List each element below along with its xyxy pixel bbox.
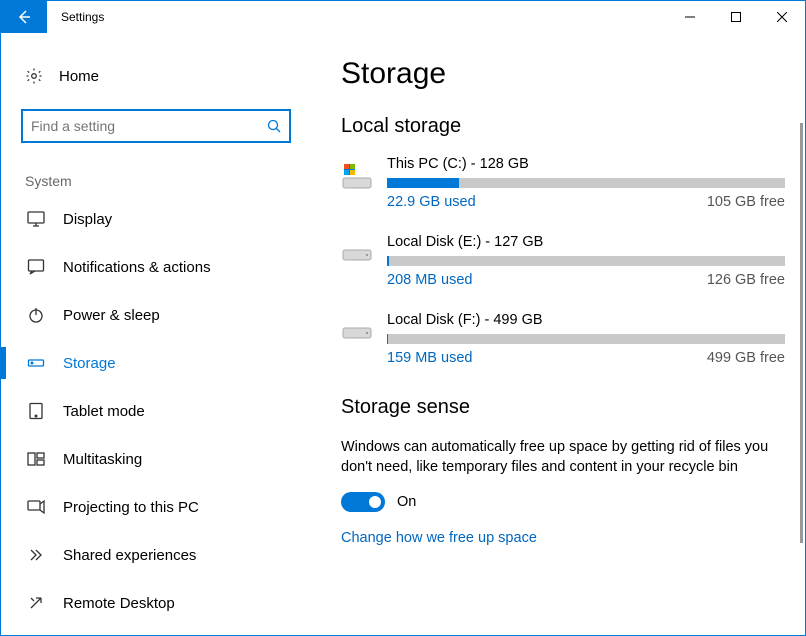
search-icon bbox=[267, 119, 281, 133]
nav-list: Display Notifications & actions Power & sl… bbox=[21, 195, 291, 627]
minimize-button[interactable] bbox=[667, 1, 713, 33]
home-button[interactable]: Home bbox=[21, 57, 291, 95]
projecting-icon bbox=[27, 498, 45, 516]
drive-free: 126 GB free bbox=[707, 272, 785, 288]
local-storage-header: Local storage bbox=[341, 115, 785, 138]
scrollbar[interactable] bbox=[800, 123, 803, 543]
multitasking-icon bbox=[27, 450, 45, 468]
sidebar-item-label: Shared experiences bbox=[63, 547, 196, 564]
drive-name: Local Disk (E:) - 127 GB bbox=[387, 234, 785, 250]
drive-used: 159 MB used bbox=[387, 350, 472, 366]
search-box[interactable] bbox=[21, 109, 291, 143]
tablet-icon bbox=[27, 402, 45, 420]
drive-used: 208 MB used bbox=[387, 272, 472, 288]
drive-free: 105 GB free bbox=[707, 194, 785, 210]
home-label: Home bbox=[59, 68, 99, 85]
window-title: Settings bbox=[47, 1, 104, 33]
remote-icon bbox=[27, 594, 45, 612]
sidebar-item-power[interactable]: Power & sleep bbox=[21, 291, 291, 339]
sidebar-item-display[interactable]: Display bbox=[21, 195, 291, 243]
maximize-button[interactable] bbox=[713, 1, 759, 33]
storage-icon bbox=[27, 354, 45, 372]
category-label: System bbox=[21, 173, 291, 195]
sidebar-item-label: Notifications & actions bbox=[63, 259, 211, 276]
display-icon bbox=[27, 210, 45, 228]
drive-icon bbox=[341, 160, 373, 192]
notifications-icon bbox=[27, 258, 45, 276]
drive-icon bbox=[341, 238, 373, 270]
drive-name: This PC (C:) - 128 GB bbox=[387, 156, 785, 172]
sidebar-item-projecting[interactable]: Projecting to this PC bbox=[21, 483, 291, 531]
drive-free: 499 GB free bbox=[707, 350, 785, 366]
sidebar-item-label: Projecting to this PC bbox=[63, 499, 199, 516]
page-title: Storage bbox=[341, 57, 785, 91]
sidebar-item-remote[interactable]: Remote Desktop bbox=[21, 579, 291, 627]
sidebar-item-multitasking[interactable]: Multitasking bbox=[21, 435, 291, 483]
shared-icon bbox=[27, 546, 45, 564]
gear-icon bbox=[25, 67, 43, 85]
sidebar-item-label: Display bbox=[63, 211, 112, 228]
sidebar-item-label: Multitasking bbox=[63, 451, 142, 468]
storage-sense-description: Windows can automatically free up space … bbox=[341, 437, 785, 478]
sidebar-item-notifications[interactable]: Notifications & actions bbox=[21, 243, 291, 291]
sidebar-item-shared[interactable]: Shared experiences bbox=[21, 531, 291, 579]
change-free-space-link[interactable]: Change how we free up space bbox=[341, 530, 785, 546]
close-button[interactable] bbox=[759, 1, 805, 33]
drive-row[interactable]: Local Disk (F:) - 499 GB 159 MB used 499 G… bbox=[341, 312, 785, 366]
storage-sense-toggle-label: On bbox=[397, 494, 416, 510]
search-input[interactable] bbox=[31, 118, 267, 134]
drive-usage-bar bbox=[387, 178, 785, 188]
sidebar-item-tablet[interactable]: Tablet mode bbox=[21, 387, 291, 435]
drive-usage-bar bbox=[387, 334, 785, 344]
drive-usage-bar bbox=[387, 256, 785, 266]
drive-row[interactable]: This PC (C:) - 128 GB 22.9 GB used 105 GB … bbox=[341, 156, 785, 210]
sidebar-item-label: Remote Desktop bbox=[63, 595, 175, 612]
storage-sense-header: Storage sense bbox=[341, 396, 785, 419]
drive-icon bbox=[341, 316, 373, 348]
drive-name: Local Disk (F:) - 499 GB bbox=[387, 312, 785, 328]
back-button[interactable] bbox=[1, 1, 47, 33]
sidebar-item-storage[interactable]: Storage bbox=[21, 339, 291, 387]
sidebar-item-label: Tablet mode bbox=[63, 403, 145, 420]
drive-row[interactable]: Local Disk (E:) - 127 GB 208 MB used 126 G… bbox=[341, 234, 785, 288]
sidebar-item-label: Power & sleep bbox=[63, 307, 160, 324]
sidebar-item-label: Storage bbox=[63, 355, 116, 372]
drive-used: 22.9 GB used bbox=[387, 194, 476, 210]
power-icon bbox=[27, 306, 45, 324]
storage-sense-toggle[interactable] bbox=[341, 492, 385, 512]
